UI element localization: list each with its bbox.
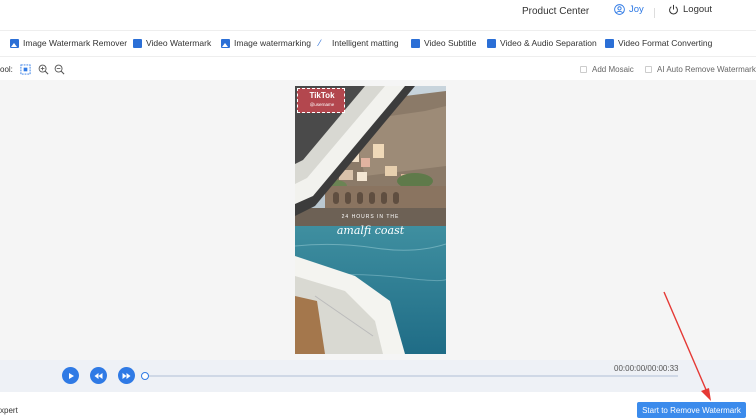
rewind-button[interactable] bbox=[90, 367, 107, 384]
user-menu[interactable]: Joy bbox=[614, 4, 644, 15]
nav-video-format-converting[interactable]: Video Format Converting bbox=[605, 38, 712, 48]
nav-label: Intelligent matting bbox=[332, 38, 399, 48]
player-bar: 00:00:00/00:00:33 bbox=[0, 360, 756, 392]
progress-handle[interactable] bbox=[141, 372, 149, 380]
checkbox-box[interactable] bbox=[645, 66, 652, 73]
time-display: 00:00:00/00:00:33 bbox=[614, 364, 679, 373]
select-area-icon[interactable] bbox=[20, 64, 31, 75]
video-icon bbox=[133, 38, 142, 48]
rewind-icon bbox=[94, 372, 103, 379]
ai-auto-remove-label: AI Auto Remove Watermark bbox=[657, 65, 756, 74]
start-remove-watermark-button[interactable]: Start to Remove Watermark bbox=[637, 402, 746, 418]
product-center-link[interactable]: Product Center bbox=[522, 6, 589, 17]
user-icon bbox=[614, 4, 625, 15]
nav-label: Video & Audio Separation bbox=[500, 38, 597, 48]
ai-auto-remove-checkbox[interactable]: AI Auto Remove Watermark bbox=[645, 65, 756, 74]
logout-button[interactable]: Logout bbox=[668, 4, 712, 15]
tool-label: ool: bbox=[0, 65, 13, 74]
zoom-in-icon[interactable] bbox=[38, 64, 49, 75]
expert-link[interactable]: xpert bbox=[0, 406, 18, 415]
fast-forward-icon bbox=[122, 372, 131, 379]
tool-nav: Image Watermark Remover Video Watermark … bbox=[0, 30, 756, 57]
watermark-username: @username bbox=[309, 102, 335, 107]
progress-track[interactable] bbox=[146, 375, 678, 377]
add-mosaic-label: Add Mosaic bbox=[592, 65, 634, 74]
nav-image-watermark-remover[interactable]: Image Watermark Remover bbox=[10, 38, 127, 48]
user-name: Joy bbox=[629, 4, 644, 15]
checkbox-box[interactable] bbox=[580, 66, 587, 73]
play-icon bbox=[68, 372, 74, 379]
video-preview[interactable]: 24 HOURS IN THE amalfi coast bbox=[295, 86, 446, 354]
logout-label: Logout bbox=[683, 4, 713, 15]
nav-intelligent-matting[interactable]: ⁄ Intelligent matting bbox=[319, 38, 399, 48]
video-frame bbox=[295, 86, 446, 354]
nav-image-watermarking[interactable]: Image watermarking bbox=[221, 38, 311, 48]
video-caption-small: 24 HOURS IN THE bbox=[341, 214, 400, 220]
add-mosaic-checkbox[interactable]: Add Mosaic bbox=[580, 65, 634, 74]
nav-label: Image Watermark Remover bbox=[23, 38, 128, 48]
video-icon bbox=[411, 38, 420, 48]
footer-bar: xpert Start to Remove Watermark bbox=[0, 392, 756, 420]
play-button[interactable] bbox=[62, 367, 79, 384]
nav-video-audio-separation[interactable]: Video & Audio Separation bbox=[487, 38, 597, 48]
top-bar: Product Center Joy Logout bbox=[0, 0, 756, 27]
watermark-text: TikTok bbox=[309, 91, 335, 100]
fast-forward-button[interactable] bbox=[118, 367, 135, 384]
nav-video-watermark[interactable]: Video Watermark bbox=[133, 38, 211, 48]
nav-label: Video Watermark bbox=[146, 38, 212, 48]
nav-label: Image watermarking bbox=[234, 38, 312, 48]
zoom-out-icon[interactable] bbox=[54, 64, 65, 75]
nav-label: Video Format Converting bbox=[618, 38, 713, 48]
header-divider bbox=[654, 8, 655, 18]
power-icon bbox=[669, 4, 678, 15]
nav-label: Video Subtitle bbox=[424, 38, 477, 48]
video-caption-large: amalfi coast bbox=[336, 224, 405, 237]
magic-wand-icon: ⁄ bbox=[319, 37, 321, 48]
video-stage: 24 HOURS IN THE amalfi coast bbox=[0, 80, 756, 360]
watermark-selection-box[interactable]: TikTok @username bbox=[297, 88, 345, 113]
nav-video-subtitle[interactable]: Video Subtitle bbox=[411, 38, 476, 48]
video-icon bbox=[487, 38, 496, 48]
image-icon bbox=[221, 38, 230, 48]
file-video-icon bbox=[605, 38, 614, 48]
image-icon bbox=[10, 38, 19, 48]
options-row: ool: Add Mosaic AI Auto Remove Watermark bbox=[0, 60, 756, 80]
